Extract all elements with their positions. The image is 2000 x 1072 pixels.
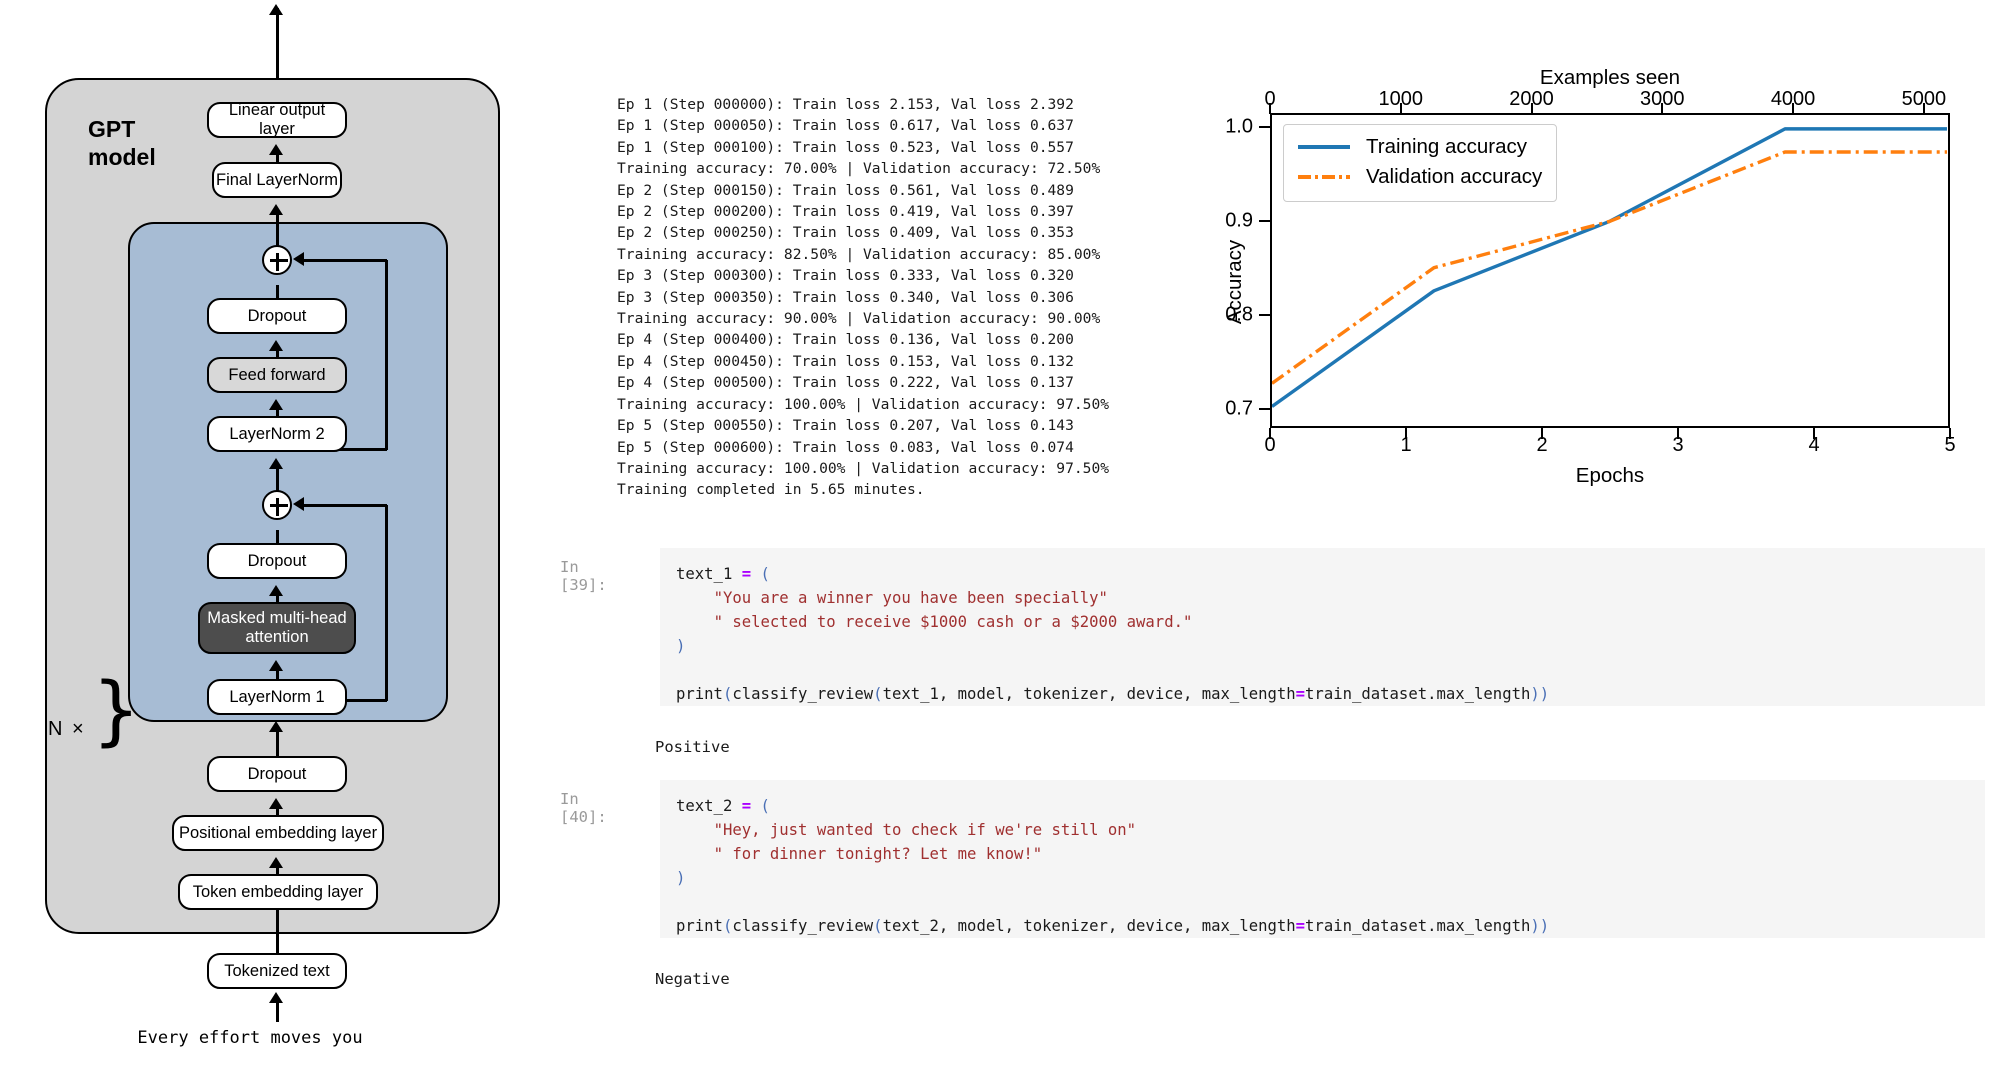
chart-legend: Training accuracy Validation accuracy — [1283, 124, 1557, 202]
arrow-dropoutembed-to-ln1-head — [269, 721, 283, 732]
residual-1-hline-top — [300, 504, 387, 507]
legend-label-training: Training accuracy — [1366, 135, 1527, 159]
code-fn-40: classify_review — [732, 917, 873, 935]
code-string-1-39: "You are a winner you have been speciall… — [714, 589, 1108, 607]
legend-entry-training: Training accuracy — [1296, 132, 1542, 162]
arrow-ln1-to-attn-head — [269, 660, 283, 671]
arrow-ln2-to-ff-head — [269, 399, 283, 410]
box-masked-multi-head-attention: Masked multi-head attention — [198, 602, 356, 654]
code-print-40: print — [676, 917, 723, 935]
residual-2-hline-top — [300, 259, 387, 262]
box-dropout-1: Dropout — [207, 543, 347, 579]
box-layernorm-2: LayerNorm 2 — [207, 416, 347, 452]
code-assign-op-40: = — [742, 797, 751, 815]
arrow-attn-to-dropout1-head — [269, 585, 283, 596]
arrow-final-to-linear-head — [269, 144, 283, 155]
repeat-count-label: N × — [48, 718, 86, 741]
residual-1-vline — [385, 505, 388, 701]
code-fn-39: classify_review — [732, 685, 873, 703]
cell-output-40: Negative — [655, 970, 730, 988]
accuracy-chart: Examples seen 010002000300040005000 0123… — [1195, 30, 1985, 450]
code-string-1-40: "Hey, just wanted to check if we're stil… — [714, 821, 1136, 839]
code-open-paren-39: ( — [761, 565, 770, 583]
residual-add-1 — [262, 490, 292, 520]
code-assign-op-39: = — [742, 565, 751, 583]
code-string-2-39: " selected to receive $1000 cash or a $2… — [714, 613, 1193, 631]
arrow-ff-to-dropout2-head — [269, 340, 283, 351]
chart-xtick-mark — [1949, 428, 1951, 439]
cell-prompt-40: In [40]: — [560, 790, 607, 826]
training-log-output: Ep 1 (Step 000000): Train loss 2.153, Va… — [617, 94, 1109, 501]
legend-swatch-training — [1296, 137, 1352, 157]
arrow-input-to-tokenized — [276, 1000, 279, 1022]
chart-ytick-label: 0.7 — [1225, 398, 1253, 421]
chart-ytick-mark — [1259, 220, 1270, 222]
residual-1-arrow-head — [293, 497, 304, 511]
residual-2-vline — [385, 260, 388, 450]
chart-x-axis-label: Epochs — [1270, 464, 1950, 488]
box-dropout-embed: Dropout — [207, 756, 347, 792]
arrow-plus2-to-final-head — [269, 204, 283, 215]
residual-add-2 — [262, 245, 292, 275]
chart-ytick-mark — [1259, 126, 1270, 128]
box-tokenized-text: Tokenized text — [207, 953, 347, 989]
arrow-input-to-tokenized-head — [269, 992, 283, 1003]
box-feed-forward: Feed forward — [207, 357, 347, 393]
chart-ytick-label: 1.0 — [1225, 116, 1253, 139]
cell-prompt-39: In [39]: — [560, 558, 607, 594]
code-args-40: text_2, model, tokenizer, device, max_le… — [883, 917, 1296, 935]
box-layernorm-1: LayerNorm 1 — [207, 679, 347, 715]
residual-2-arrow-head — [293, 252, 304, 266]
legend-entry-validation: Validation accuracy — [1296, 162, 1542, 192]
input-text-label: Every effort moves you — [0, 1028, 500, 1048]
box-positional-embedding-layer: Positional embedding layer — [172, 815, 384, 851]
cell-input-40[interactable]: text_2 = ( "Hey, just wanted to check if… — [660, 780, 1985, 938]
arrow-plus1-to-ln2-head — [269, 458, 283, 469]
box-token-embedding-layer: Token embedding layer — [178, 874, 378, 910]
code-close-paren-40: ) — [676, 869, 685, 887]
code-var-name-39: text_1 — [676, 565, 732, 583]
chart-ytick-mark — [1259, 314, 1270, 316]
code-open-paren-40: ( — [761, 797, 770, 815]
cell-output-39: Positive — [655, 738, 730, 756]
output-arrow-head — [269, 4, 283, 15]
legend-label-validation: Validation accuracy — [1366, 165, 1542, 189]
gpt-model-diagram: GPT model Linear output layer Final Laye… — [0, 0, 520, 1072]
arrow-tokemb-to-posemb-head — [269, 857, 283, 868]
arrow-tokenized-to-shell — [276, 910, 279, 955]
chart-y-axis-label: Accuracy — [1223, 182, 1247, 382]
code-close-paren-39: ) — [676, 637, 685, 655]
chart-top-axis-label: Examples seen — [1270, 66, 1950, 90]
chart-ytick-mark — [1259, 408, 1270, 410]
code-kwarg-39: train_dataset.max_length — [1305, 685, 1530, 703]
code-var-name-40: text_2 — [676, 797, 732, 815]
code-kwarg-40: train_dataset.max_length — [1305, 917, 1530, 935]
box-linear-output-layer: Linear output layer — [207, 102, 347, 138]
output-arrow-line — [276, 8, 279, 80]
code-print-39: print — [676, 685, 723, 703]
chart-xtick-mark — [1269, 428, 1271, 439]
code-args-39: text_1, model, tokenizer, device, max_le… — [883, 685, 1296, 703]
cell-input-39[interactable]: text_1 = ( "You are a winner you have be… — [660, 548, 1985, 706]
code-string-2-40: " for dinner tonight? Let me know!" — [714, 845, 1043, 863]
box-final-layernorm: Final LayerNorm — [212, 162, 342, 198]
legend-swatch-validation — [1296, 167, 1352, 187]
box-dropout-2: Dropout — [207, 298, 347, 334]
repeat-brace-icon: } — [92, 672, 140, 748]
gpt-model-title: GPT model — [88, 115, 208, 171]
arrow-posemb-to-dropout-head — [269, 798, 283, 809]
